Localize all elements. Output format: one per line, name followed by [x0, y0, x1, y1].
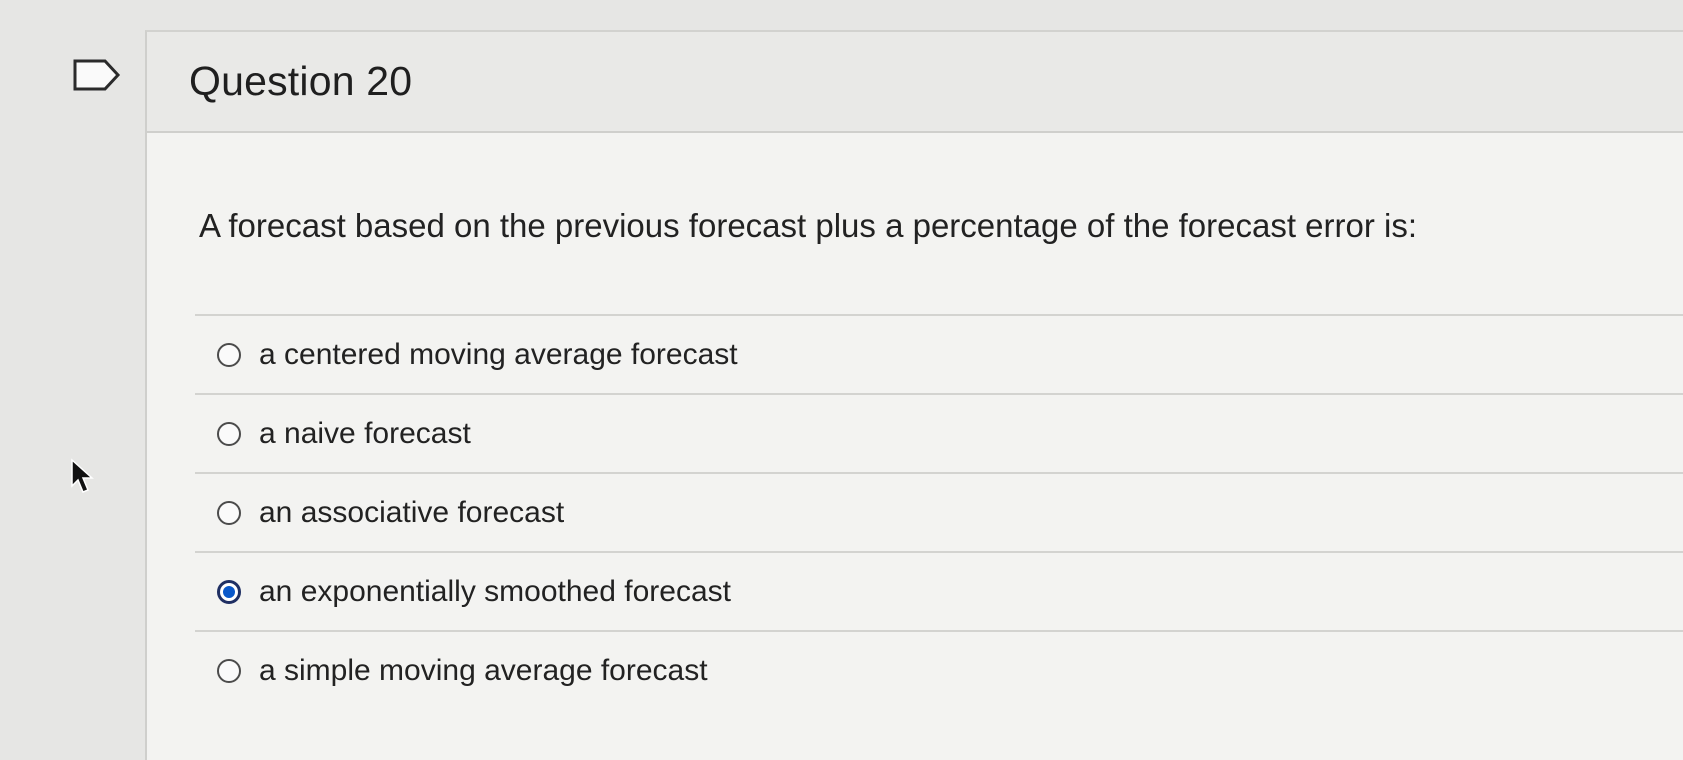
answer-label[interactable]: a naive forecast [259, 417, 471, 451]
answer-label[interactable]: a centered moving average forecast [259, 338, 738, 372]
radio-unselected-icon[interactable] [217, 421, 241, 446]
radio-selected-icon[interactable] [217, 579, 241, 604]
answer-label[interactable]: an associative forecast [259, 496, 564, 530]
answer-label[interactable]: a simple moving average forecast [259, 654, 708, 688]
answer-option-5[interactable]: a simple moving average forecast [195, 630, 1683, 709]
radio-unselected-icon[interactable] [217, 342, 241, 367]
answer-option-4[interactable]: an exponentially smoothed forecast [195, 551, 1683, 630]
question-header: Question 20 [147, 32, 1683, 133]
answer-option-2[interactable]: a naive forecast [195, 393, 1683, 472]
answer-option-1[interactable]: a centered moving average forecast [195, 314, 1683, 393]
question-card: Question 20 A forecast based on the prev… [145, 30, 1683, 760]
radio-unselected-icon[interactable] [217, 658, 241, 683]
radio-unselected-icon[interactable] [217, 500, 241, 525]
question-title: Question 20 [189, 58, 413, 104]
answer-option-3[interactable]: an associative forecast [195, 472, 1683, 551]
flag-question-icon[interactable] [72, 58, 122, 92]
answer-list: a centered moving average forecast a nai… [195, 314, 1683, 709]
mouse-pointer-icon [71, 458, 94, 493]
question-text: A forecast based on the previous forecas… [199, 207, 1418, 244]
answer-label[interactable]: an exponentially smoothed forecast [259, 575, 731, 609]
